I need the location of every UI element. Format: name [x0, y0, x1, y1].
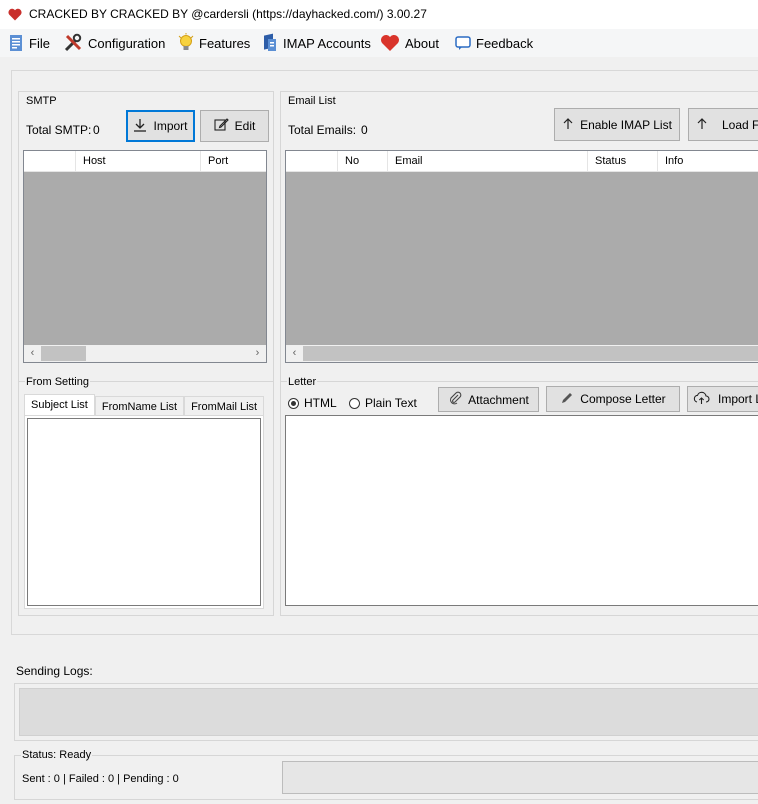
email-list[interactable]: No Email Status Info ‹ [285, 150, 758, 363]
html-radio[interactable]: HTML [288, 396, 337, 410]
cloud-upload-icon [693, 391, 710, 408]
from-setting-group-title: From Setting [25, 376, 90, 388]
plain-text-radio[interactable]: Plain Text [349, 396, 417, 410]
email-list-header: No Email Status Info [286, 151, 758, 172]
compose-letter-label: Compose Letter [580, 392, 666, 406]
column-header-info[interactable]: Info [657, 151, 758, 171]
menu-configuration-label: Configuration [88, 35, 166, 51]
arrow-up-icon [696, 117, 708, 133]
menu-imap-accounts[interactable]: IMAP Accounts [262, 29, 371, 57]
menu-features[interactable]: Features [178, 29, 250, 57]
menu-feedback-label: Feedback [476, 35, 534, 51]
sending-logs-box[interactable] [19, 688, 758, 736]
enable-imap-list-button[interactable]: Enable IMAP List [554, 108, 680, 141]
column-header-port[interactable]: Port [200, 151, 266, 171]
sending-logs-label: Sending Logs: [16, 664, 93, 678]
title-bar: CRACKED BY CRACKED BY @cardersli (https:… [0, 0, 758, 29]
plain-text-radio-label: Plain Text [365, 396, 417, 410]
email-list-hscrollbar[interactable]: ‹ [286, 345, 758, 362]
menu-file[interactable]: File [8, 29, 50, 57]
smtp-list[interactable]: Host Port ‹ › [23, 150, 267, 363]
download-icon [133, 118, 147, 135]
menu-about[interactable]: About [380, 29, 439, 57]
total-smtp-label: Total SMTP: [26, 123, 92, 137]
smtp-list-header: Host Port [24, 151, 266, 172]
letter-body-editor[interactable] [285, 415, 758, 606]
column-header-no[interactable]: No [337, 151, 387, 171]
scroll-left-icon[interactable]: ‹ [24, 345, 41, 362]
load-from-button[interactable]: Load Fro [688, 108, 758, 141]
status-counts: Sent : 0 | Failed : 0 | Pending : 0 [22, 773, 179, 785]
column-header[interactable] [24, 151, 75, 171]
heart-icon [8, 8, 22, 24]
import-letter-label: Import Let [718, 392, 758, 406]
import-smtp-button[interactable]: Import [126, 110, 195, 142]
menu-feedback[interactable]: Feedback [455, 29, 533, 57]
window-title: CRACKED BY CRACKED BY @cardersli (https:… [29, 7, 427, 21]
total-smtp-value: 0 [93, 123, 100, 137]
subject-list-textbox[interactable] [27, 418, 261, 606]
smtp-group-title: SMTP [25, 95, 58, 107]
menu-file-label: File [29, 35, 50, 51]
column-header-email[interactable]: Email [387, 151, 587, 171]
letter-group-title: Letter [287, 376, 318, 388]
file-icon [8, 34, 24, 52]
menu-configuration[interactable]: Configuration [63, 29, 165, 57]
import-letter-button[interactable]: Import Let [687, 386, 758, 412]
attachment-label: Attachment [468, 392, 529, 407]
column-header[interactable] [286, 151, 337, 171]
radio-selected-icon [288, 397, 299, 409]
feedback-icon [455, 35, 471, 51]
progress-bar [282, 761, 758, 794]
radio-unselected-icon [349, 397, 360, 409]
status-label: Status: Ready [21, 749, 93, 761]
menu-imap-accounts-label: IMAP Accounts [283, 35, 371, 51]
lightbulb-icon [178, 33, 194, 53]
column-header-status[interactable]: Status [587, 151, 657, 171]
heart-icon [380, 34, 400, 52]
enable-imap-list-label: Enable IMAP List [580, 117, 672, 132]
scroll-left-icon[interactable]: ‹ [286, 345, 303, 362]
attachment-button[interactable]: Attachment [438, 387, 539, 412]
paperclip-icon [448, 391, 462, 408]
tab-subject-list[interactable]: Subject List [24, 394, 95, 416]
sending-logs-frame [14, 683, 758, 741]
tab-frommail-list[interactable]: FromMail List [184, 396, 265, 416]
compose-letter-button[interactable]: Compose Letter [546, 386, 680, 412]
subject-list-page [24, 415, 264, 609]
total-emails-label: Total Emails: [288, 123, 357, 137]
total-emails-value: 0 [361, 123, 368, 137]
email-list-group-title: Email List [287, 95, 337, 107]
menu-features-label: Features [199, 35, 251, 51]
tools-icon [63, 33, 83, 53]
edit-smtp-button[interactable]: Edit [200, 110, 269, 142]
imap-icon [262, 33, 278, 53]
import-smtp-label: Import [153, 119, 188, 133]
edit-smtp-label: Edit [234, 119, 256, 133]
scroll-thumb[interactable] [303, 346, 758, 361]
column-header-host[interactable]: Host [75, 151, 200, 171]
load-from-label: Load Fro [722, 117, 758, 132]
scroll-right-icon[interactable]: › [249, 345, 266, 362]
smtp-list-hscrollbar[interactable]: ‹ › [24, 345, 266, 362]
html-radio-label: HTML [304, 396, 337, 410]
scroll-thumb[interactable] [41, 346, 86, 361]
edit-icon [214, 117, 229, 135]
menu-about-label: About [405, 35, 439, 51]
pencil-icon [560, 391, 574, 408]
from-setting-tabs: Subject List FromName List FromMail List [24, 394, 265, 416]
arrow-up-icon [562, 117, 574, 133]
menu-bar: File Configuration Features IMAP Account… [0, 29, 758, 57]
tab-fromname-list[interactable]: FromName List [94, 396, 185, 416]
